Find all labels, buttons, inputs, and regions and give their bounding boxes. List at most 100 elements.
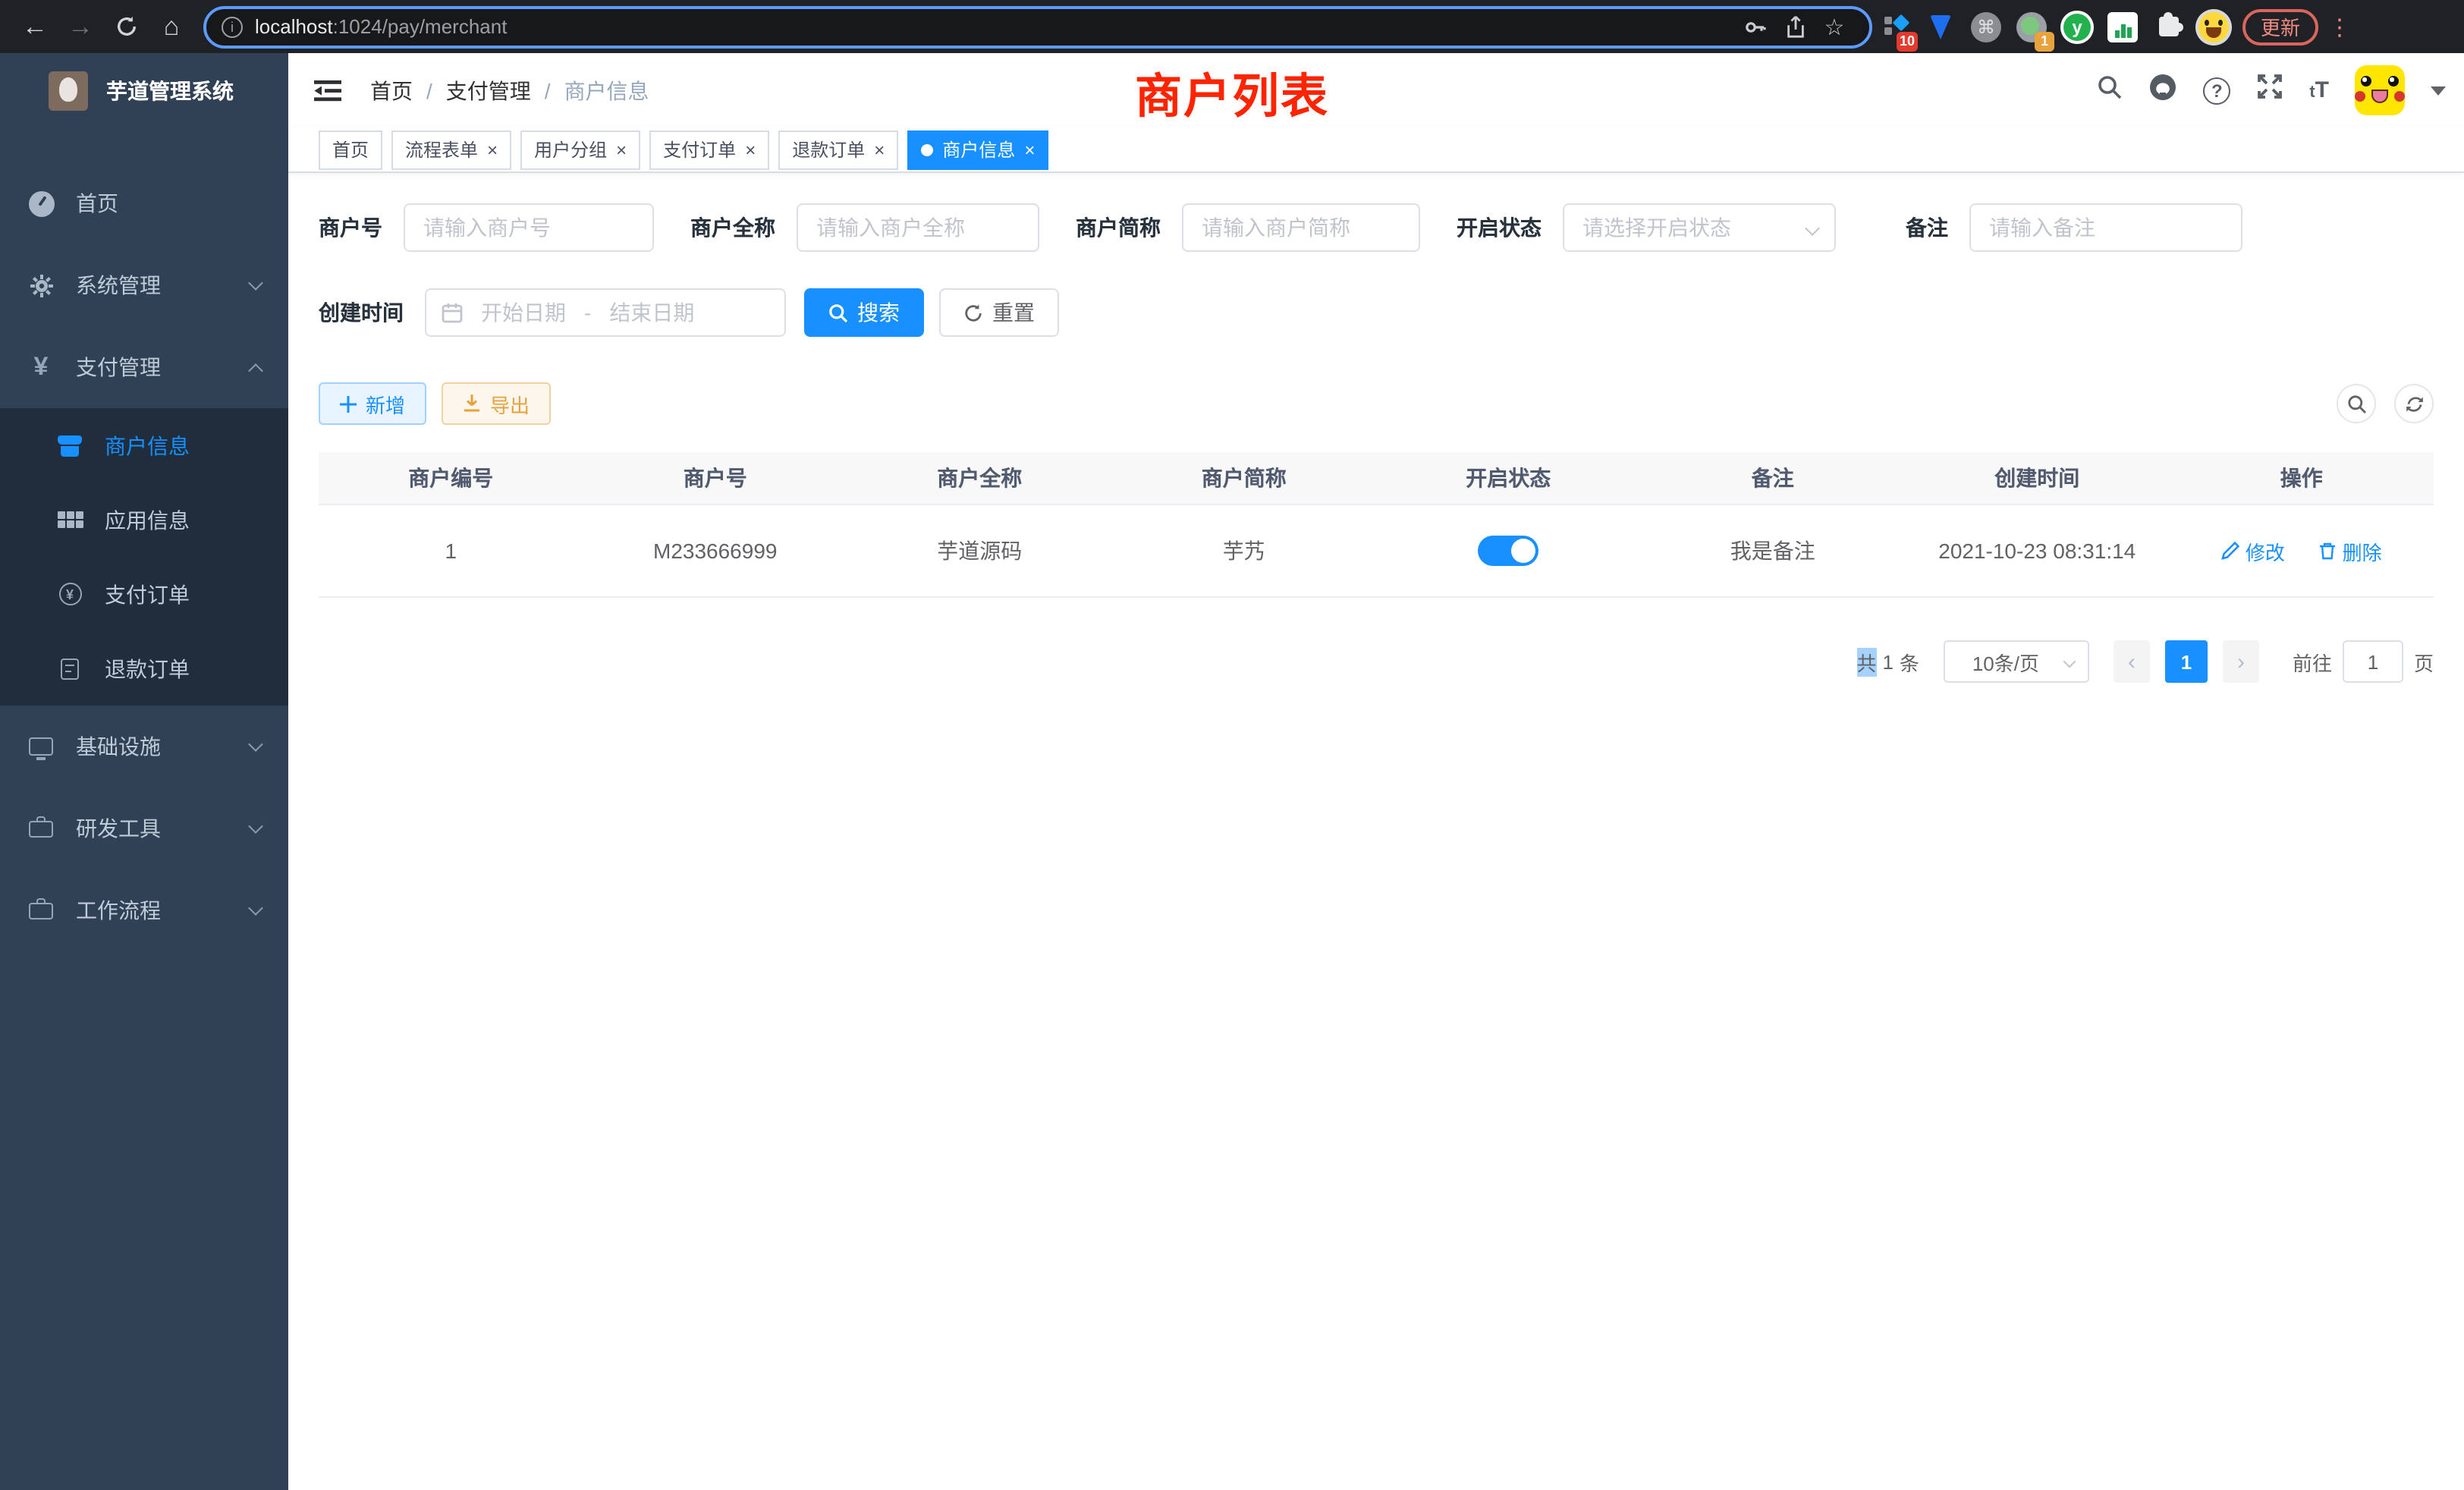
pen-icon <box>2221 542 2239 560</box>
next-page-button[interactable]: › <box>2223 640 2259 683</box>
reset-button[interactable]: 重置 <box>939 288 1059 337</box>
merchant-no-input[interactable] <box>404 203 654 252</box>
browser-home-icon[interactable]: ⌂ <box>149 5 194 48</box>
status-select[interactable]: 请选择开启状态 <box>1563 203 1836 252</box>
sidebar-item-label: 研发工具 <box>76 813 161 844</box>
sidebar-item-merchant-info[interactable]: 商户信息 <box>0 408 288 483</box>
site-info-icon[interactable]: i <box>222 16 243 37</box>
sidebar-item-app-info[interactable]: 应用信息 <box>0 483 288 557</box>
top-navbar: 首页 / 支付管理 / 商户信息 ? tT <box>288 53 2464 127</box>
sidebar-item-label: 支付管理 <box>76 352 161 382</box>
extension-y-icon[interactable]: y <box>2054 4 2100 49</box>
goto-page-input[interactable] <box>2343 640 2403 683</box>
share-icon[interactable] <box>1775 14 1815 39</box>
breadcrumb-home[interactable]: 首页 <box>370 75 413 105</box>
close-icon[interactable]: × <box>487 139 498 160</box>
sidebar-item-label: 基础设施 <box>76 731 161 762</box>
page-size-select[interactable]: 10条/页 <box>1944 640 2089 683</box>
tag-home[interactable]: 首页 <box>319 130 382 169</box>
close-icon[interactable]: × <box>616 139 627 160</box>
page-1-button[interactable]: 1 <box>2165 640 2208 683</box>
delete-link[interactable]: 删除 <box>2318 536 2382 565</box>
col-header: 商户简称 <box>1112 463 1377 493</box>
sidebar-item-pay-order[interactable]: ¥ 支付订单 <box>0 557 288 631</box>
extension-timer-icon[interactable]: 1 <box>2009 4 2054 49</box>
browser-refresh-icon[interactable] <box>103 5 149 48</box>
font-size-icon[interactable]: tT <box>2309 77 2329 103</box>
sidebar-collapse-icon[interactable] <box>311 75 344 105</box>
goto-label: 前往 <box>2293 647 2332 676</box>
col-header: 商户编号 <box>319 463 583 493</box>
toggle-search-icon[interactable] <box>2337 384 2376 423</box>
date-end-placeholder[interactable]: 结束日期 <box>597 297 706 328</box>
tag-pay-order[interactable]: 支付订单× <box>649 130 769 169</box>
tag-refund-order[interactable]: 退款订单× <box>778 130 898 169</box>
sidebar-item-label: 工作流程 <box>76 895 161 926</box>
browser-back-icon[interactable]: ← <box>12 5 58 48</box>
github-icon[interactable] <box>2148 72 2177 108</box>
bookmark-star-icon[interactable]: ☆ <box>1815 13 1854 40</box>
date-start-placeholder[interactable]: 开始日期 <box>469 297 578 328</box>
search-button[interactable]: 搜索 <box>804 288 924 337</box>
sidebar-item-system[interactable]: 系统管理 <box>0 244 288 326</box>
header-search-icon[interactable] <box>2097 74 2123 107</box>
export-button[interactable]: 导出 <box>442 382 551 425</box>
sidebar-item-label: 应用信息 <box>105 505 190 535</box>
browser-forward-icon[interactable]: → <box>58 5 103 48</box>
browser-update-button[interactable]: 更新 <box>2242 8 2318 45</box>
sidebar-item-home[interactable]: 首页 <box>0 162 288 244</box>
sidebar-item-label: 商户信息 <box>105 430 190 461</box>
status-toggle[interactable] <box>1478 536 1538 566</box>
tag-merchant-info[interactable]: 商户信息× <box>907 130 1048 169</box>
full-name-label: 商户全称 <box>690 212 775 243</box>
sidebar-item-refund-order[interactable]: 退款订单 <box>0 631 288 706</box>
sidebar-item-label: 支付订单 <box>105 579 190 609</box>
remark-input[interactable] <box>1969 203 2242 252</box>
browser-menu-icon[interactable]: ⋮ <box>2327 13 2352 40</box>
sidebar-item-infra[interactable]: 基础设施 <box>0 706 288 787</box>
tags-view-bar: 首页 流程表单× 用户分组× 支付订单× 退款订单× 商户信息× <box>288 127 2464 173</box>
full-name-input[interactable] <box>797 203 1039 252</box>
sidebar-item-pay[interactable]: ¥ 支付管理 <box>0 326 288 408</box>
extension-tasks-icon[interactable]: 10 <box>1872 4 1918 49</box>
close-icon[interactable]: × <box>1024 139 1035 160</box>
refresh-table-icon[interactable] <box>2394 384 2434 423</box>
extension-chart-icon[interactable] <box>2100 4 2145 49</box>
user-avatar[interactable] <box>2355 65 2405 115</box>
tag-process-form[interactable]: 流程表单× <box>391 130 511 169</box>
edit-link[interactable]: 修改 <box>2221 536 2285 565</box>
url-bar[interactable]: i localhost:1024/pay/merchant ☆ <box>203 5 1872 48</box>
browser-toolbar: ← → ⌂ i localhost:1024/pay/merchant ☆ 10… <box>0 0 2464 53</box>
tag-user-group[interactable]: 用户分组× <box>520 130 640 169</box>
fullscreen-icon[interactable] <box>2256 73 2283 108</box>
yen-icon: ¥ <box>27 354 55 381</box>
sidebar-item-devtools[interactable]: 研发工具 <box>0 787 288 869</box>
profile-avatar-icon[interactable] <box>2191 4 2236 49</box>
date-range-picker[interactable]: 开始日期 - 结束日期 <box>425 288 786 337</box>
chevron-down-icon <box>248 819 263 834</box>
breadcrumb: 首页 / 支付管理 / 商户信息 <box>370 75 649 105</box>
select-caret-icon <box>1805 221 1820 236</box>
breadcrumb-pay[interactable]: 支付管理 <box>446 75 531 105</box>
status-label: 开启状态 <box>1457 212 1542 243</box>
avatar-dropdown-icon[interactable] <box>2431 86 2446 95</box>
password-key-icon[interactable] <box>1736 14 1775 39</box>
app-logo[interactable]: 芋道管理系统 <box>0 53 288 129</box>
extensions-puzzle-icon[interactable] <box>2145 4 2191 49</box>
help-icon[interactable]: ? <box>2203 77 2230 104</box>
short-name-input[interactable] <box>1182 203 1420 252</box>
extension-gem-icon[interactable] <box>1918 4 1963 49</box>
calendar-icon <box>442 302 463 323</box>
col-header: 备注 <box>1641 463 1906 493</box>
annotation-title: 商户列表 <box>1135 58 1329 126</box>
prev-page-button[interactable]: ‹ <box>2114 640 2150 683</box>
add-button[interactable]: 新增 <box>319 382 426 425</box>
close-icon[interactable]: × <box>874 139 885 160</box>
close-icon[interactable]: × <box>745 139 756 160</box>
download-icon <box>463 395 481 413</box>
cell-create-time: 2021-10-23 08:31:14 <box>1905 539 2170 563</box>
url-text[interactable]: localhost:1024/pay/merchant <box>255 15 1736 38</box>
chevron-down-icon <box>248 901 263 916</box>
sidebar-item-workflow[interactable]: 工作流程 <box>0 869 288 951</box>
extension-command-icon[interactable]: ⌘ <box>1963 4 2009 49</box>
